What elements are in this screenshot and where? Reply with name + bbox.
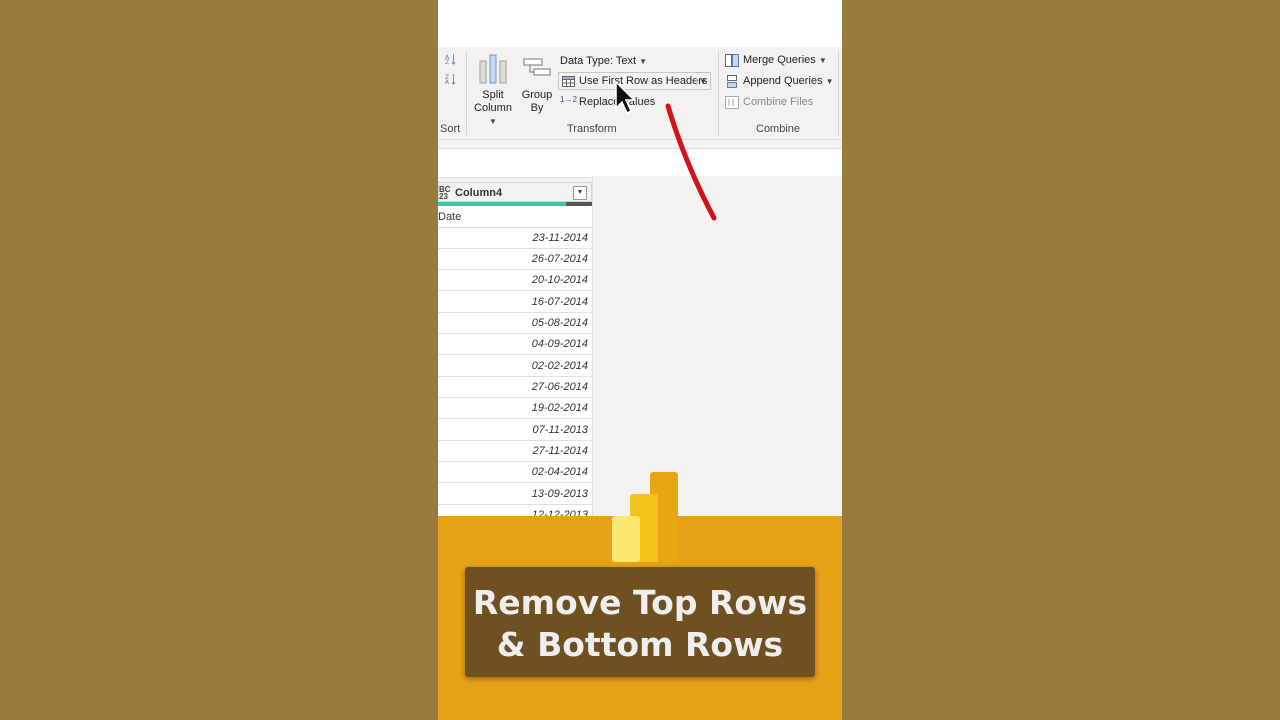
table-row[interactable]: 13-09-2013: [438, 484, 592, 505]
table-row[interactable]: Date: [438, 207, 592, 228]
cell-value: 26-07-2014: [531, 253, 588, 265]
svg-text:Z: Z: [445, 59, 449, 65]
type-any-icon[interactable]: BC 23: [439, 186, 451, 201]
cell-value: 07-11-2013: [532, 424, 588, 436]
cell-value: 13-09-2013: [531, 488, 588, 500]
video-title-line-1: Remove Top Rows: [472, 583, 808, 622]
table-row[interactable]: 23-11-2014: [438, 228, 592, 249]
table-row[interactable]: 27-11-2014: [438, 441, 592, 462]
append-queries-icon: [727, 75, 737, 88]
table-row[interactable]: 20-10-2014: [438, 270, 592, 291]
video-title-line-2: & Bottom Rows: [496, 625, 784, 664]
table-row[interactable]: 02-02-2014: [438, 356, 592, 377]
cell-value: 27-11-2014: [532, 445, 588, 457]
table-row[interactable]: 26-07-2014: [438, 249, 592, 270]
cell-value: Date: [438, 211, 462, 223]
merge-queries-label: Merge Queries ▼: [743, 54, 827, 66]
table-row[interactable]: 04-09-2014: [438, 334, 592, 355]
cell-value: 02-02-2014: [531, 360, 588, 372]
filter-dropdown-icon[interactable]: ▼: [573, 186, 587, 200]
power-bi-logo: [612, 472, 678, 562]
table-row[interactable]: 07-11-2013: [438, 420, 592, 441]
cell-value: 02-04-2014: [531, 466, 588, 478]
table-row[interactable]: 16-07-2014: [438, 292, 592, 313]
column-header[interactable]: BC 23 Column4 ▼: [438, 182, 592, 202]
ribbon: A Z Z A Sort Split Column ▼ Group By Dat…: [438, 47, 842, 140]
combine-group-label: Combine: [756, 123, 801, 135]
cell-value: 27-06-2014: [531, 381, 588, 393]
title-box: Remove Top Rows & Bottom Rows: [465, 567, 815, 677]
column-name: Column4: [455, 187, 503, 199]
table-row[interactable]: 19-02-2014: [438, 398, 592, 419]
cell-value: 19-02-2014: [531, 402, 588, 414]
combine-files-label: Combine Files: [743, 96, 814, 108]
split-column-button[interactable]: Split Column ▼: [470, 89, 516, 128]
group-by-button[interactable]: Group By: [518, 89, 556, 115]
data-grid: BC 23 Column4 ▼ Date 23-11-2014 26-07-20…: [438, 182, 592, 526]
split-column-icon: [479, 54, 507, 84]
cell-value: 23-11-2014: [532, 232, 588, 244]
table-icon: [562, 76, 575, 87]
combine-files-button[interactable]: Combine Files: [725, 95, 835, 111]
group-by-label-2: By: [530, 102, 544, 114]
phone-frame: A Z Z A Sort Split Column ▼ Group By Dat…: [438, 0, 842, 720]
group-by-icon: [523, 58, 551, 76]
use-first-row-dropdown[interactable]: ▼: [696, 77, 707, 86]
column-quality-bar: [438, 202, 592, 206]
combine-files-icon: [725, 96, 739, 109]
group-by-label-1: Group: [521, 89, 553, 101]
separator: [838, 51, 839, 135]
sort-ascending-icon[interactable]: A Z: [444, 53, 458, 65]
mouse-cursor-icon: [615, 80, 636, 115]
table-row[interactable]: 27-06-2014: [438, 377, 592, 398]
transform-group-label: Transform: [567, 123, 617, 135]
replace-values-icon: 1→2: [560, 95, 577, 104]
table-row[interactable]: 05-08-2014: [438, 313, 592, 334]
sort-descending-icon[interactable]: Z A: [444, 73, 458, 85]
table-row[interactable]: 02-04-2014: [438, 462, 592, 483]
top-blank: [438, 0, 842, 47]
split-column-label-1: Split: [482, 89, 504, 101]
merge-queries-icon: [725, 54, 739, 67]
cell-value: 16-07-2014: [531, 296, 588, 308]
cell-value: 04-09-2014: [531, 338, 588, 350]
svg-text:A: A: [445, 79, 450, 85]
append-queries-label: Append Queries ▼: [743, 75, 834, 87]
sort-group-label: Sort: [440, 123, 461, 135]
cell-value: 20-10-2014: [531, 274, 588, 286]
chevron-down-icon: ▼: [639, 57, 648, 66]
separator: [466, 51, 467, 135]
use-first-row-label: Use First Row as Headers: [579, 75, 708, 87]
data-type-label: Data Type: Text: [560, 55, 637, 67]
append-queries-button[interactable]: Append Queries ▼: [725, 74, 841, 90]
cell-value: 05-08-2014: [531, 317, 588, 329]
annotation-stroke: [665, 103, 717, 221]
formula-bar[interactable]: [438, 148, 842, 178]
merge-queries-button[interactable]: Merge Queries ▼: [725, 53, 837, 69]
data-type-dropdown[interactable]: Data Type: Text ▼: [560, 55, 647, 67]
split-column-label-2: Column ▼: [474, 102, 512, 126]
